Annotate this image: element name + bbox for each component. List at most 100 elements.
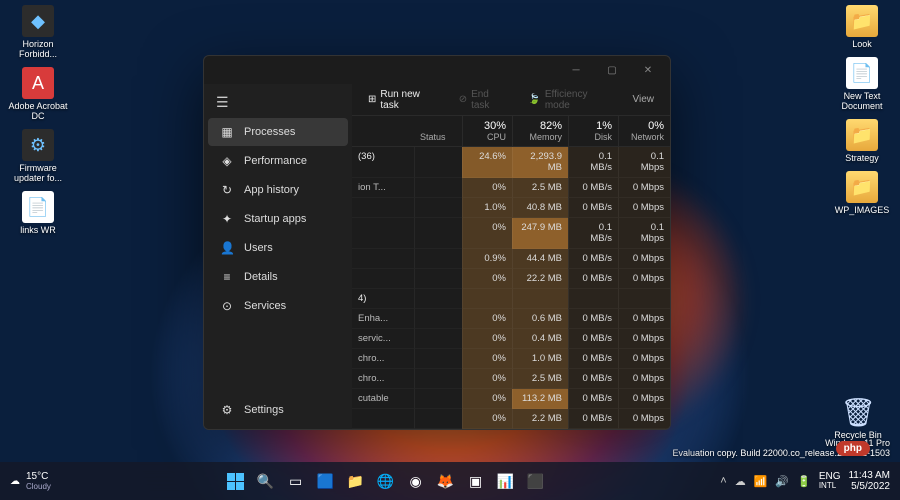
tray-chevron-icon[interactable]: ˄ — [720, 475, 726, 487]
stop-icon: ⊘ — [459, 94, 467, 105]
memory-cell: 1.0 MB — [512, 349, 568, 369]
wifi-icon[interactable]: 📶 — [754, 475, 768, 488]
network-cell: 0 Mbps — [618, 249, 670, 269]
task-manager-window: ─ ▢ ✕ ☰ ▦Processes◈Performance↻App histo… — [203, 55, 671, 430]
sidebar-item-settings[interactable]: ⚙ Settings — [208, 396, 348, 424]
sidebar-item-app-history[interactable]: ↻App history — [208, 176, 348, 204]
weather-icon: ☁ — [10, 476, 20, 487]
start-button[interactable] — [223, 468, 249, 494]
taskmgr-button[interactable]: 📊 — [493, 468, 519, 494]
battery-icon[interactable]: 🔋 — [797, 475, 811, 488]
file-icon: 📄 — [846, 57, 878, 89]
weather-widget[interactable]: ☁ 15°C Cloudy — [0, 471, 61, 491]
network-cell: 0 Mbps — [618, 198, 670, 218]
table-row[interactable]: Enha...0%0.6 MB0 MB/s0 Mbps — [352, 309, 670, 329]
sidebar-item-users[interactable]: 👤Users — [208, 234, 348, 262]
process-name — [352, 269, 414, 289]
memory-cell: 0.6 MB — [512, 309, 568, 329]
run-new-task-button[interactable]: ⊞ Run new task — [362, 85, 445, 115]
network-cell: 0 Mbps — [618, 269, 670, 289]
titlebar[interactable]: ─ ▢ ✕ — [204, 56, 670, 84]
task-view-button[interactable]: ▭ — [283, 468, 309, 494]
file-icon: 📁 — [846, 119, 878, 151]
file-icon: ⚙ — [22, 129, 54, 161]
status-cell — [414, 369, 462, 389]
memory-cell: 2.2 MB — [512, 409, 568, 429]
table-row[interactable]: 1.0%40.8 MB0 MB/s0 Mbps — [352, 198, 670, 218]
cpu-cell: 0.9% — [462, 249, 512, 269]
table-row[interactable]: 0.9%44.4 MB0 MB/s0 Mbps — [352, 249, 670, 269]
sidebar-item-label: Performance — [244, 155, 307, 167]
clock[interactable]: 11:43 AM5/5/2022 — [848, 470, 890, 492]
memory-cell: 40.8 MB — [512, 198, 568, 218]
sidebar-item-startup-apps[interactable]: ✦Startup apps — [208, 205, 348, 233]
status-cell — [414, 147, 462, 178]
table-row[interactable]: servic...0%0.4 MB0 MB/s0 Mbps — [352, 329, 670, 349]
taskbar[interactable]: ☁ 15°C Cloudy 🔍 ▭ 🟦 📁 🌐 ◉ 🦊 ▣ 📊 ⬛ ˄ ☁ 📶 … — [0, 462, 900, 500]
table-row[interactable]: 0%22.2 MB0 MB/s0 Mbps — [352, 269, 670, 289]
sidebar-item-performance[interactable]: ◈Performance — [208, 147, 348, 175]
language-indicator[interactable]: ENGINTL — [819, 471, 841, 491]
table-row[interactable]: chro...0%2.5 MB0 MB/s0 Mbps — [352, 369, 670, 389]
header-status[interactable]: Status — [414, 116, 462, 146]
sidebar-item-services[interactable]: ⊙Services — [208, 292, 348, 320]
icon-label: Firmware updater fo... — [8, 163, 68, 183]
desktop-icon[interactable]: ◆Horizon Forbidd... — [8, 5, 68, 59]
leaf-icon: 🍃 — [528, 94, 540, 105]
edge-button[interactable]: 🌐 — [373, 468, 399, 494]
desktop-icon[interactable]: 📄New Text Document — [832, 57, 892, 111]
process-name: servic... — [352, 329, 414, 349]
cpu-cell: 0% — [462, 369, 512, 389]
search-button[interactable]: 🔍 — [253, 468, 279, 494]
process-list[interactable]: (36)24.6%2,293.9 MB0.1 MB/s0.1 Mbpsion T… — [352, 147, 670, 429]
desktop-icon[interactable]: AAdobe Acrobat DC — [8, 67, 68, 121]
close-button[interactable]: ✕ — [630, 56, 666, 84]
table-row[interactable]: cutable0%113.2 MB0 MB/s0 Mbps — [352, 389, 670, 409]
desktop-icon[interactable]: ⚙Firmware updater fo... — [8, 129, 68, 183]
header-cpu[interactable]: 30%CPU — [462, 116, 512, 146]
chrome-button[interactable]: ◉ — [403, 468, 429, 494]
disk-cell: 0.1 MB/s — [568, 218, 618, 249]
recycle-bin[interactable]: 🗑 Recycle Bin — [828, 396, 888, 440]
table-row[interactable]: ion T...0%2.5 MB0 MB/s0 Mbps — [352, 178, 670, 198]
minimize-button[interactable]: ─ — [558, 56, 594, 84]
disk-cell — [568, 289, 618, 309]
app2-button[interactable]: ⬛ — [523, 468, 549, 494]
table-row[interactable]: 4) — [352, 289, 670, 309]
process-name — [352, 218, 414, 249]
firefox-button[interactable]: 🦊 — [433, 468, 459, 494]
sidebar-item-label: Processes — [244, 126, 295, 138]
table-row[interactable]: chro...0%1.0 MB0 MB/s0 Mbps — [352, 349, 670, 369]
header-name[interactable] — [352, 116, 414, 146]
header-disk[interactable]: 1%Disk — [568, 116, 618, 146]
onedrive-icon[interactable]: ☁ — [735, 475, 746, 488]
table-row[interactable]: (36)24.6%2,293.9 MB0.1 MB/s0.1 Mbps — [352, 147, 670, 178]
efficiency-mode-button[interactable]: 🍃 Efficiency mode — [522, 85, 618, 115]
status-cell — [414, 249, 462, 269]
volume-icon[interactable]: 🔊 — [775, 475, 789, 488]
table-row[interactable]: 0%2.2 MB0 MB/s0 Mbps — [352, 409, 670, 429]
desktop-icon[interactable]: 📁Strategy — [832, 119, 892, 163]
cpu-cell: 0% — [462, 349, 512, 369]
header-memory[interactable]: 82%Memory — [512, 116, 568, 146]
desktop-icon[interactable]: 📁WP_IMAGES — [832, 171, 892, 215]
table-row[interactable]: 0%247.9 MB0.1 MB/s0.1 Mbps — [352, 218, 670, 249]
maximize-button[interactable]: ▢ — [594, 56, 630, 84]
app-button[interactable]: ▣ — [463, 468, 489, 494]
process-name: cutable — [352, 389, 414, 409]
explorer-button[interactable]: 📁 — [343, 468, 369, 494]
network-cell: 0.1 Mbps — [618, 218, 670, 249]
memory-cell: 2.5 MB — [512, 369, 568, 389]
widgets-button[interactable]: 🟦 — [313, 468, 339, 494]
sidebar-item-details[interactable]: ≡Details — [208, 263, 348, 291]
header-network[interactable]: 0%Network — [618, 116, 670, 146]
view-button[interactable]: View — [627, 90, 661, 109]
end-task-button[interactable]: ⊘ End task — [453, 85, 515, 115]
hamburger-icon[interactable]: ☰ — [204, 88, 352, 117]
sidebar-item-processes[interactable]: ▦Processes — [208, 118, 348, 146]
column-headers[interactable]: Status 30%CPU 82%Memory 1%Disk 0%Network — [352, 116, 670, 147]
desktop-icon[interactable]: 📄links WR — [8, 191, 68, 235]
sidebar-item-label: Details — [244, 271, 278, 283]
desktop-icon[interactable]: 📁Look — [832, 5, 892, 49]
users-icon: 👤 — [220, 241, 234, 255]
